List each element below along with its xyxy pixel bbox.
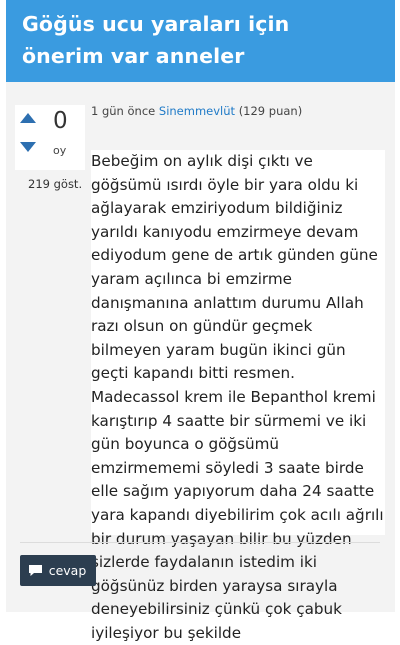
reply-button[interactable]: cevap <box>20 555 96 586</box>
view-count: 219 göst. <box>28 177 83 191</box>
vote-unit-label: oy <box>53 144 67 157</box>
arrow-up-icon[interactable] <box>20 113 36 123</box>
reply-button-label: cevap <box>48 563 87 578</box>
comment-icon <box>28 564 43 577</box>
author-link[interactable]: Sinemmevlüt <box>159 104 235 118</box>
post-body: Bebeğim on aylık dişi çıktı ve göğsümü ı… <box>91 152 384 642</box>
vote-box: 0 oy <box>15 105 85 170</box>
vote-count: 0 <box>53 108 68 134</box>
author-points: (129 puan) <box>238 104 303 118</box>
page-title-line-1: Göğüs ucu yaraları için <box>22 12 290 36</box>
page-title-line-2: önerim var anneler <box>22 44 245 68</box>
page-header: Göğüs ucu yaraları için önerim var annel… <box>6 0 395 82</box>
post-content: Bebeğim on aylık dişi çıktı ve göğsümü ı… <box>91 150 385 642</box>
arrow-down-icon[interactable] <box>20 142 36 152</box>
post-time: 1 gün önce <box>91 104 156 118</box>
divider <box>20 542 380 543</box>
post-meta: 1 gün önce Sinemmevlüt (129 puan) <box>91 104 302 118</box>
